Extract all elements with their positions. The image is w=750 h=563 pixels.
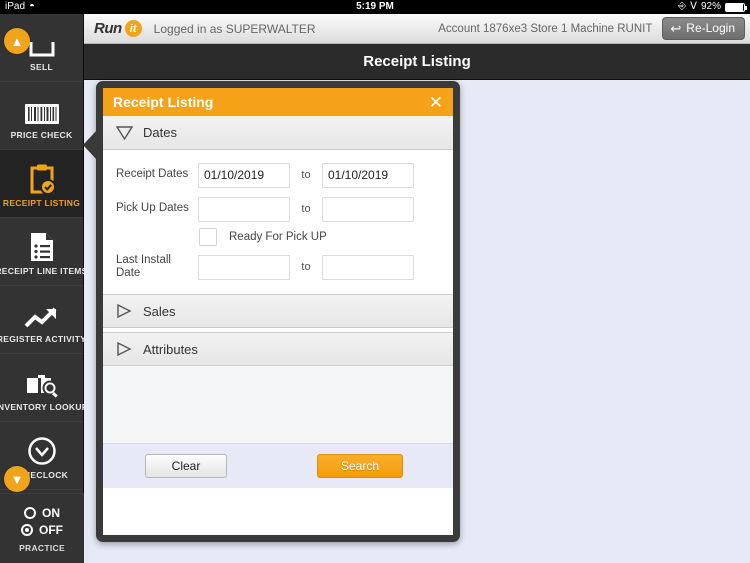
sidebar-item-label: RECEIPT LISTING bbox=[2, 197, 81, 208]
sidebar-item-label: RECEIPT LINE ITEMS bbox=[0, 265, 88, 276]
ready-for-pickup-row[interactable]: Ready For Pick UP bbox=[103, 226, 453, 250]
to-label: to bbox=[301, 261, 311, 274]
clipboard-check-icon bbox=[28, 160, 56, 194]
section-label: Sales bbox=[143, 303, 176, 319]
battery-icon bbox=[725, 2, 747, 12]
clock-icon bbox=[27, 432, 57, 466]
sidebar-item-label: REGISTER ACTIVITY bbox=[0, 333, 87, 344]
ready-for-pickup-label: Ready For Pick UP bbox=[229, 231, 327, 243]
sidebar-item-register-activity[interactable]: REGISTER ACTIVITY bbox=[0, 286, 87, 354]
account-info: Account 1876xe3 Store 1 Machine RUNIT bbox=[438, 22, 653, 35]
sidebar-item-price-check[interactable]: PRICE CHECK bbox=[0, 82, 83, 150]
wifi-icon: ◓ bbox=[29, 1, 36, 12]
status-bar-left: iPad ◓ bbox=[0, 0, 248, 14]
receipt-date-from-input[interactable]: 01/10/2019 bbox=[198, 162, 290, 188]
practice-off-label: OFF bbox=[39, 522, 63, 537]
practice-mode-toggle[interactable]: ON OFF PRACTICE bbox=[0, 493, 84, 563]
relogin-label: Re-Login bbox=[686, 21, 735, 35]
modal-inner: Receipt Listing ✕ Dates Receipt Dates 01… bbox=[103, 88, 453, 535]
results-empty-pane bbox=[103, 366, 453, 445]
triangle-right-icon bbox=[116, 342, 133, 357]
radio-on-icon bbox=[24, 506, 36, 519]
last-install-from-input[interactable] bbox=[198, 254, 290, 280]
last-install-to-input[interactable] bbox=[322, 254, 414, 280]
close-icon[interactable]: ✕ bbox=[429, 94, 443, 111]
sell-icon bbox=[27, 24, 57, 58]
section-header-attributes[interactable]: Attributes bbox=[103, 332, 453, 367]
practice-off-option[interactable]: OFF bbox=[21, 521, 63, 538]
status-bar-right: ⎆ ᐯ 92% bbox=[503, 0, 750, 14]
chevron-up-icon: ▲ bbox=[10, 33, 24, 49]
dates-form: Receipt Dates 01/10/2019 to 01/10/2019 P… bbox=[103, 150, 453, 295]
box-search-icon bbox=[25, 364, 59, 398]
sidebar-item-inventory-lookup[interactable]: INVENTORY LOOKUP bbox=[0, 354, 87, 422]
section-header-sales[interactable]: Sales bbox=[103, 294, 453, 329]
chevron-down-icon: ▼ bbox=[10, 471, 24, 487]
sidebar-item-receipt-line-items[interactable]: RECEIPT LINE ITEMS bbox=[0, 218, 87, 286]
clear-button[interactable]: Clear bbox=[145, 454, 227, 479]
section-label: Dates bbox=[143, 125, 177, 140]
ready-for-pickup-checkbox[interactable] bbox=[199, 228, 217, 246]
battery-percent: 92% bbox=[700, 1, 721, 12]
receipt-listing-modal: Receipt Listing ✕ Dates Receipt Dates 01… bbox=[96, 81, 460, 542]
to-label: to bbox=[301, 203, 311, 215]
sidebar-scroll-down-icon[interactable]: ▼ bbox=[4, 466, 30, 492]
modal-pointer-arrow bbox=[83, 130, 97, 160]
radio-off-icon bbox=[21, 523, 33, 536]
sidebar: ▲ ▼ SELL PRICE CHECK RECEIPT LISTING REC… bbox=[0, 14, 87, 563]
runit-logo: Run it bbox=[94, 20, 142, 37]
sidebar-item-label: INVENTORY LOOKUP bbox=[0, 401, 88, 412]
barcode-icon bbox=[24, 92, 59, 126]
modal-footer: Clear Search bbox=[103, 444, 453, 489]
receipt-date-to-input[interactable]: 01/10/2019 bbox=[322, 162, 414, 188]
logo-run-text: Run bbox=[94, 20, 122, 37]
sidebar-item-label: SELL bbox=[30, 61, 53, 72]
pickup-date-from-input[interactable] bbox=[198, 196, 290, 222]
logged-in-user: Logged in as SUPERWALTER bbox=[153, 21, 316, 36]
section-label: Attributes bbox=[143, 341, 198, 357]
ios-status-bar: iPad ◓ 5:19 PM ⎆ ᐯ 92% bbox=[0, 0, 750, 14]
practice-on-label: ON bbox=[42, 505, 60, 520]
section-header-dates[interactable]: Dates bbox=[103, 116, 453, 150]
logo-it-icon: it bbox=[124, 20, 142, 37]
triangle-down-icon bbox=[116, 125, 133, 140]
rotation-lock-icon: ⎆ bbox=[678, 1, 687, 12]
pickup-date-to-input[interactable] bbox=[322, 196, 414, 222]
receipt-dates-label: Receipt Dates bbox=[116, 168, 189, 181]
receipt-dates-row: Receipt Dates 01/10/2019 to 01/10/2019 bbox=[103, 158, 453, 192]
page-title: Receipt Listing bbox=[84, 44, 750, 80]
triangle-right-icon bbox=[116, 304, 133, 319]
status-bar-time: 5:19 PM bbox=[356, 1, 394, 12]
search-button[interactable]: Search bbox=[317, 454, 403, 479]
relogin-button[interactable]: ↩ Re-Login bbox=[662, 17, 745, 40]
modal-title-bar: Receipt Listing ✕ bbox=[103, 88, 453, 116]
last-install-date-label: Last Install Date bbox=[116, 254, 171, 280]
trending-up-icon bbox=[24, 296, 60, 330]
device-name: iPad bbox=[5, 1, 26, 12]
practice-title: PRACTICE bbox=[19, 543, 65, 553]
bluetooth-icon: ᐯ bbox=[690, 1, 697, 12]
document-list-icon bbox=[29, 228, 55, 262]
practice-on-option[interactable]: ON bbox=[24, 504, 60, 521]
sidebar-item-receipt-listing[interactable]: RECEIPT LISTING bbox=[0, 150, 83, 218]
sidebar-item-label: PRICE CHECK bbox=[10, 129, 73, 140]
to-label: to bbox=[301, 169, 311, 181]
last-install-date-row: Last Install Date to bbox=[103, 250, 453, 284]
screen: iPad ◓ 5:19 PM ⎆ ᐯ 92% ▲ ▼ SELL PRICE CH… bbox=[0, 0, 750, 563]
modal-title-text: Receipt Listing bbox=[113, 94, 214, 110]
pickup-dates-label: Pick Up Dates bbox=[116, 202, 189, 215]
sidebar-scroll-up-icon[interactable]: ▲ bbox=[4, 28, 30, 54]
undo-arrow-icon: ↩ bbox=[670, 20, 682, 36]
app-bar: Run it Logged in as SUPERWALTER Account … bbox=[84, 14, 750, 44]
pickup-dates-row: Pick Up Dates to bbox=[103, 192, 453, 226]
